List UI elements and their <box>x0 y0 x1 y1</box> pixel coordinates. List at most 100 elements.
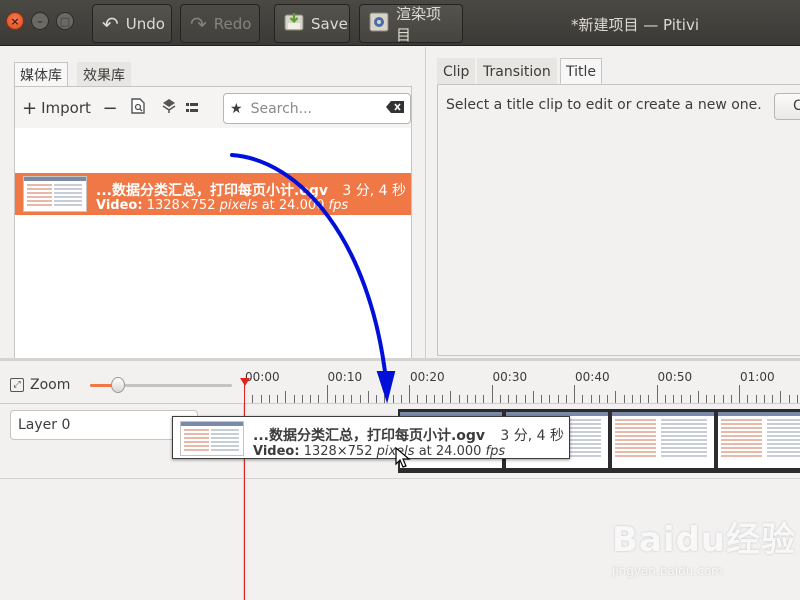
ruler-tick <box>384 395 386 403</box>
ruler-tick <box>277 395 278 403</box>
ruler-tick <box>367 391 369 403</box>
ruler-tick <box>541 395 542 403</box>
ruler-tick <box>664 395 666 403</box>
save-button[interactable]: Save <box>274 4 350 43</box>
layer-name-field[interactable]: Layer 0 <box>10 410 198 440</box>
ruler-tick <box>681 395 683 403</box>
ruler-tick <box>450 391 452 403</box>
media-item-name: ...数据分类汇总，打印每页小计.ogv <box>96 183 329 199</box>
media-item-info-prefix: Video: <box>96 198 143 213</box>
ruler-tick <box>697 391 699 403</box>
minus-icon: − <box>102 97 118 119</box>
ruler-time-label: 00:50 <box>657 370 693 384</box>
ruler-tick <box>417 395 419 403</box>
redo-button[interactable]: ↷ Redo <box>180 4 260 43</box>
tab-clip-label: Clip <box>443 64 470 80</box>
tab-clip[interactable]: Clip <box>437 58 476 84</box>
remove-clip-button[interactable]: − <box>102 95 118 121</box>
list-view-toggle[interactable] <box>186 94 213 122</box>
playhead[interactable] <box>244 380 245 600</box>
ruler-tick <box>780 391 782 403</box>
maximize-icon: □ <box>59 15 71 28</box>
ruler-tick <box>557 395 559 403</box>
drag-preview-size: 1328×752 <box>303 444 373 459</box>
ruler-tick <box>260 395 262 403</box>
clip-frame-thumbnail <box>718 412 800 468</box>
document-search-icon <box>131 98 145 118</box>
ruler-time-label: 00:40 <box>575 370 610 384</box>
render-gear-icon <box>369 12 389 35</box>
minimize-icon: – <box>37 15 43 28</box>
ruler-tick <box>763 395 765 403</box>
clip-thumbnail <box>23 176 87 212</box>
tab-title-label: Title <box>566 64 597 80</box>
media-item-unit: pixels <box>219 198 258 213</box>
ruler-tick <box>252 395 254 403</box>
ruler-tick <box>615 391 617 403</box>
drag-preview-at: at 24.000 <box>418 444 482 459</box>
search-input[interactable] <box>248 99 380 118</box>
ruler-tick <box>458 395 460 403</box>
ruler-time-label: 00:00 <box>245 370 280 384</box>
window-title: *新建项目 — Pitivi <box>570 16 699 34</box>
playhead-handle[interactable] <box>240 378 250 386</box>
tab-effects-library-label: 效果库 <box>83 68 125 84</box>
ruler-tick <box>376 395 377 403</box>
ruler-tick <box>326 385 328 403</box>
timeline-ruler[interactable]: 00:00 00:10 00:20 00:30 00:40 00:50 01:00 <box>244 361 800 403</box>
tab-title[interactable]: Title <box>560 58 603 84</box>
undo-label: Undo <box>125 14 165 33</box>
ruler-tick <box>565 395 567 403</box>
undo-button[interactable]: ↶ Undo <box>92 4 172 43</box>
window-minimize-button[interactable]: – <box>31 12 49 30</box>
ruler-tick <box>392 395 394 403</box>
ruler-tick <box>334 395 336 403</box>
window-close-button[interactable]: × <box>6 12 24 30</box>
ruler-tick <box>268 395 270 403</box>
create-title-button[interactable]: Create <box>774 93 800 120</box>
ruler-time-label: 00:20 <box>410 370 445 384</box>
insert-at-end-button[interactable] <box>162 95 176 121</box>
ruler-tick <box>755 395 757 403</box>
header-bar: × – □ ↶ Undo ↷ Redo Save 渲染项目 *新建项目 — Pi… <box>0 0 800 46</box>
clip-properties-button[interactable] <box>131 95 145 121</box>
drag-preview-duration: 3 分, 4 秒 <box>500 428 564 444</box>
drag-preview-info-prefix: Video: <box>253 444 300 459</box>
tab-media-library[interactable]: 媒体库 <box>14 62 68 88</box>
zoom-label: Zoom <box>30 377 71 393</box>
ruler-tick <box>318 395 320 403</box>
render-label: 渲染项目 <box>396 4 442 44</box>
ruler-tick <box>590 395 592 403</box>
tab-transition-label: Transition <box>483 64 551 80</box>
clear-search-icon[interactable] <box>386 100 404 117</box>
plus-icon: + <box>22 97 38 119</box>
media-list-item[interactable]: ...数据分类汇总，打印每页小计.ogv 3 分, 4 秒 Video: 132… <box>15 173 411 215</box>
render-project-button[interactable]: 渲染项目 <box>359 4 463 44</box>
ruler-tick <box>433 395 435 403</box>
ruler-tick <box>359 395 361 403</box>
drag-preview-tooltip: ...数据分类汇总，打印每页小计.ogv 3 分, 4 秒 Video: 132… <box>172 416 570 459</box>
media-item-size: 1328×752 <box>146 198 216 213</box>
watermark-url: jingyan.baidu.com <box>612 564 723 578</box>
clip-config-panel: Clip Transition Title Select a title cli… <box>425 47 800 358</box>
ruler-tick <box>689 395 691 403</box>
search-box[interactable]: ★ <box>223 93 411 124</box>
window-maximize-button[interactable]: □ <box>56 12 74 30</box>
mouse-cursor-icon <box>395 447 411 468</box>
tab-transition[interactable]: Transition <box>477 58 557 84</box>
ruler-tick <box>425 395 427 403</box>
ruler-tick <box>623 395 625 403</box>
ruler-tick <box>400 395 402 403</box>
zoom-fit-icon[interactable]: ⤢ <box>10 378 24 392</box>
drag-preview-fps: fps <box>485 444 506 459</box>
ruler-tick <box>285 391 287 403</box>
title-editor-frame: Select a title clip to edit or create a … <box>437 84 800 356</box>
zoom-slider-knob[interactable] <box>111 377 126 393</box>
ruler-tick <box>631 395 633 403</box>
media-item-at: at 24.000 <box>261 198 325 213</box>
ruler-tick <box>475 395 476 403</box>
ruler-tick <box>598 395 600 403</box>
tab-effects-library[interactable]: 效果库 <box>77 62 131 88</box>
import-button[interactable]: + Import <box>22 95 91 121</box>
drag-preview-info: Video: 1328×752 pixels at 24.000 fps <box>253 444 505 459</box>
